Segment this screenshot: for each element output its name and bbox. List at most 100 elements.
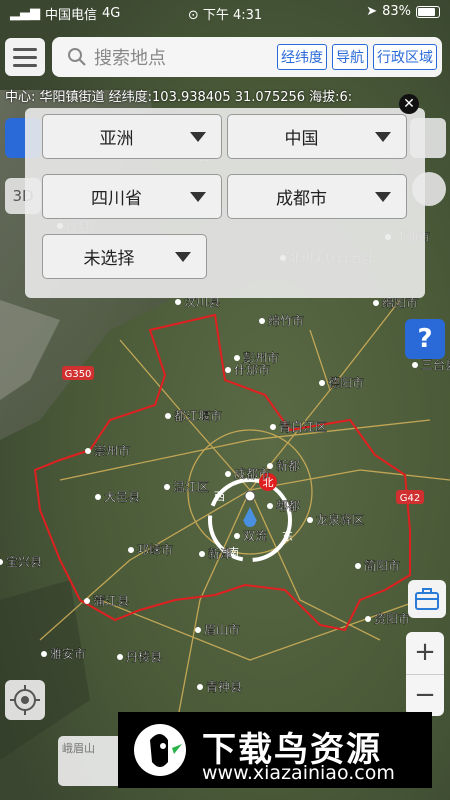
bottom-card[interactable]: 峨眉山 — [58, 736, 126, 786]
search-bar[interactable]: 搜索地点 经纬度 导航 行政区域 — [52, 37, 442, 77]
city-label: 都江堰市 — [174, 408, 222, 423]
zoom-control: + − — [406, 632, 444, 716]
city-label: 德阳市 — [328, 375, 364, 390]
city-label: 新都 — [276, 458, 300, 473]
dropdown-arrow-icon — [175, 251, 191, 262]
province-value: 四川省 — [91, 189, 142, 209]
region-selector-panel: 亚洲 中国 四川省 成都市 未选择 — [25, 108, 425, 298]
zoom-out-button[interactable]: − — [406, 674, 444, 717]
city-marker — [373, 300, 379, 306]
city-marker — [84, 598, 90, 604]
city-marker — [165, 413, 171, 419]
district-select[interactable]: 未选择 — [42, 234, 207, 279]
city-marker — [199, 551, 205, 557]
city-marker — [270, 424, 276, 430]
city-marker — [85, 448, 91, 454]
city-label: 资阳市 — [374, 611, 410, 626]
city-marker — [365, 616, 371, 622]
city-label: 宝兴县 — [6, 555, 42, 569]
center-coordinates: 中心: 华阳镇街道 经纬度:103.938405 31.075256 海拔:6: — [5, 90, 353, 105]
city-marker — [234, 355, 240, 361]
city-marker — [195, 627, 201, 633]
continent-select[interactable]: 亚洲 — [42, 114, 222, 159]
gps-arrow-icon: ➤ — [366, 4, 378, 19]
city-marker — [412, 362, 418, 368]
city-label: 双流 — [243, 529, 267, 543]
battery-percent: 83% — [382, 4, 411, 19]
watermark-url: www.xiazainiao.com — [202, 762, 395, 784]
help-icon: ? — [417, 324, 433, 354]
city-label: 彭州市 — [243, 350, 279, 365]
city-marker — [355, 563, 361, 569]
city-label: 青白江区 — [279, 419, 327, 434]
city-marker — [267, 463, 273, 469]
compass-west: 西 — [214, 490, 225, 503]
city-label: 丹棱县 — [126, 649, 162, 664]
compass-east: 东 — [282, 530, 293, 543]
city-label: 崇州市 — [94, 443, 130, 458]
close-panel-button[interactable]: ✕ — [399, 94, 419, 114]
city-marker — [175, 299, 181, 305]
road-badge-g42: G42 — [400, 493, 420, 504]
city-label: 大邑县 — [104, 490, 140, 504]
city-marker — [267, 503, 273, 509]
city-label: 成都市 — [234, 466, 270, 481]
continent-value: 亚洲 — [99, 129, 134, 149]
locate-button[interactable] — [5, 680, 45, 720]
admin-region-button[interactable]: 行政区域 — [373, 44, 437, 70]
city-marker — [95, 494, 101, 500]
city-label: 邛崃市 — [137, 542, 173, 557]
navigation-button[interactable]: 导航 — [332, 44, 368, 70]
city-label: 蒲江县 — [93, 594, 129, 608]
hamburger-line — [13, 55, 37, 59]
city-label: 三台县 — [421, 357, 450, 372]
country-value: 中国 — [284, 129, 319, 149]
city-marker — [225, 367, 231, 373]
city-label: 眉山市 — [204, 622, 240, 637]
district-value: 未选择 — [83, 249, 135, 269]
search-icon — [68, 48, 86, 66]
watermark-banner: 下载鸟资源 www.xiazainiao.com — [118, 712, 432, 788]
city-marker — [164, 484, 170, 490]
city-marker — [319, 380, 325, 386]
search-input[interactable]: 搜索地点 — [94, 44, 277, 70]
dropdown-arrow-icon — [375, 191, 391, 202]
road-badge-g350: G350 — [65, 369, 92, 380]
toolbox-button[interactable] — [408, 580, 446, 618]
country-select[interactable]: 中国 — [227, 114, 407, 159]
hamburger-icon — [13, 47, 37, 51]
province-select[interactable]: 四川省 — [42, 174, 222, 219]
city-label: 郫都 — [276, 498, 300, 513]
city-label: 雅安市 — [50, 646, 86, 661]
city-marker — [128, 547, 134, 553]
menu-button[interactable] — [5, 38, 45, 76]
city-marker — [197, 684, 203, 690]
city-value: 成都市 — [276, 189, 327, 209]
city-select[interactable]: 成都市 — [227, 174, 407, 219]
city-label: 新津 — [208, 546, 232, 561]
city-marker — [307, 517, 313, 523]
city-label: 龙泉驿区 — [316, 513, 364, 527]
close-icon: ✕ — [403, 96, 415, 112]
dropdown-arrow-icon — [190, 131, 206, 142]
city-label: 温江区 — [173, 480, 209, 494]
city-label: 青神县 — [206, 680, 242, 694]
city-marker — [41, 651, 47, 657]
dropdown-arrow-icon — [375, 131, 391, 142]
city-marker — [259, 318, 265, 324]
bird-logo-icon — [134, 724, 186, 776]
dropdown-arrow-icon — [190, 191, 206, 202]
briefcase-icon — [415, 588, 439, 610]
status-bar: ▂▄▆ 中国电信 4G ⊙ 下午 4:31 ➤ 83% — [0, 0, 450, 24]
city-label: 简阳市 — [364, 558, 400, 573]
battery-icon — [416, 5, 440, 18]
zoom-in-button[interactable]: + — [406, 632, 444, 674]
hamburger-line — [13, 63, 37, 67]
city-marker — [225, 471, 231, 477]
city-marker — [234, 533, 240, 539]
latlng-button[interactable]: 经纬度 — [277, 44, 327, 70]
location-icon: ⊙ — [187, 8, 199, 23]
help-button[interactable]: ? — [405, 319, 445, 359]
time-label: 下午 4:31 — [202, 8, 263, 23]
city-marker — [117, 654, 123, 660]
